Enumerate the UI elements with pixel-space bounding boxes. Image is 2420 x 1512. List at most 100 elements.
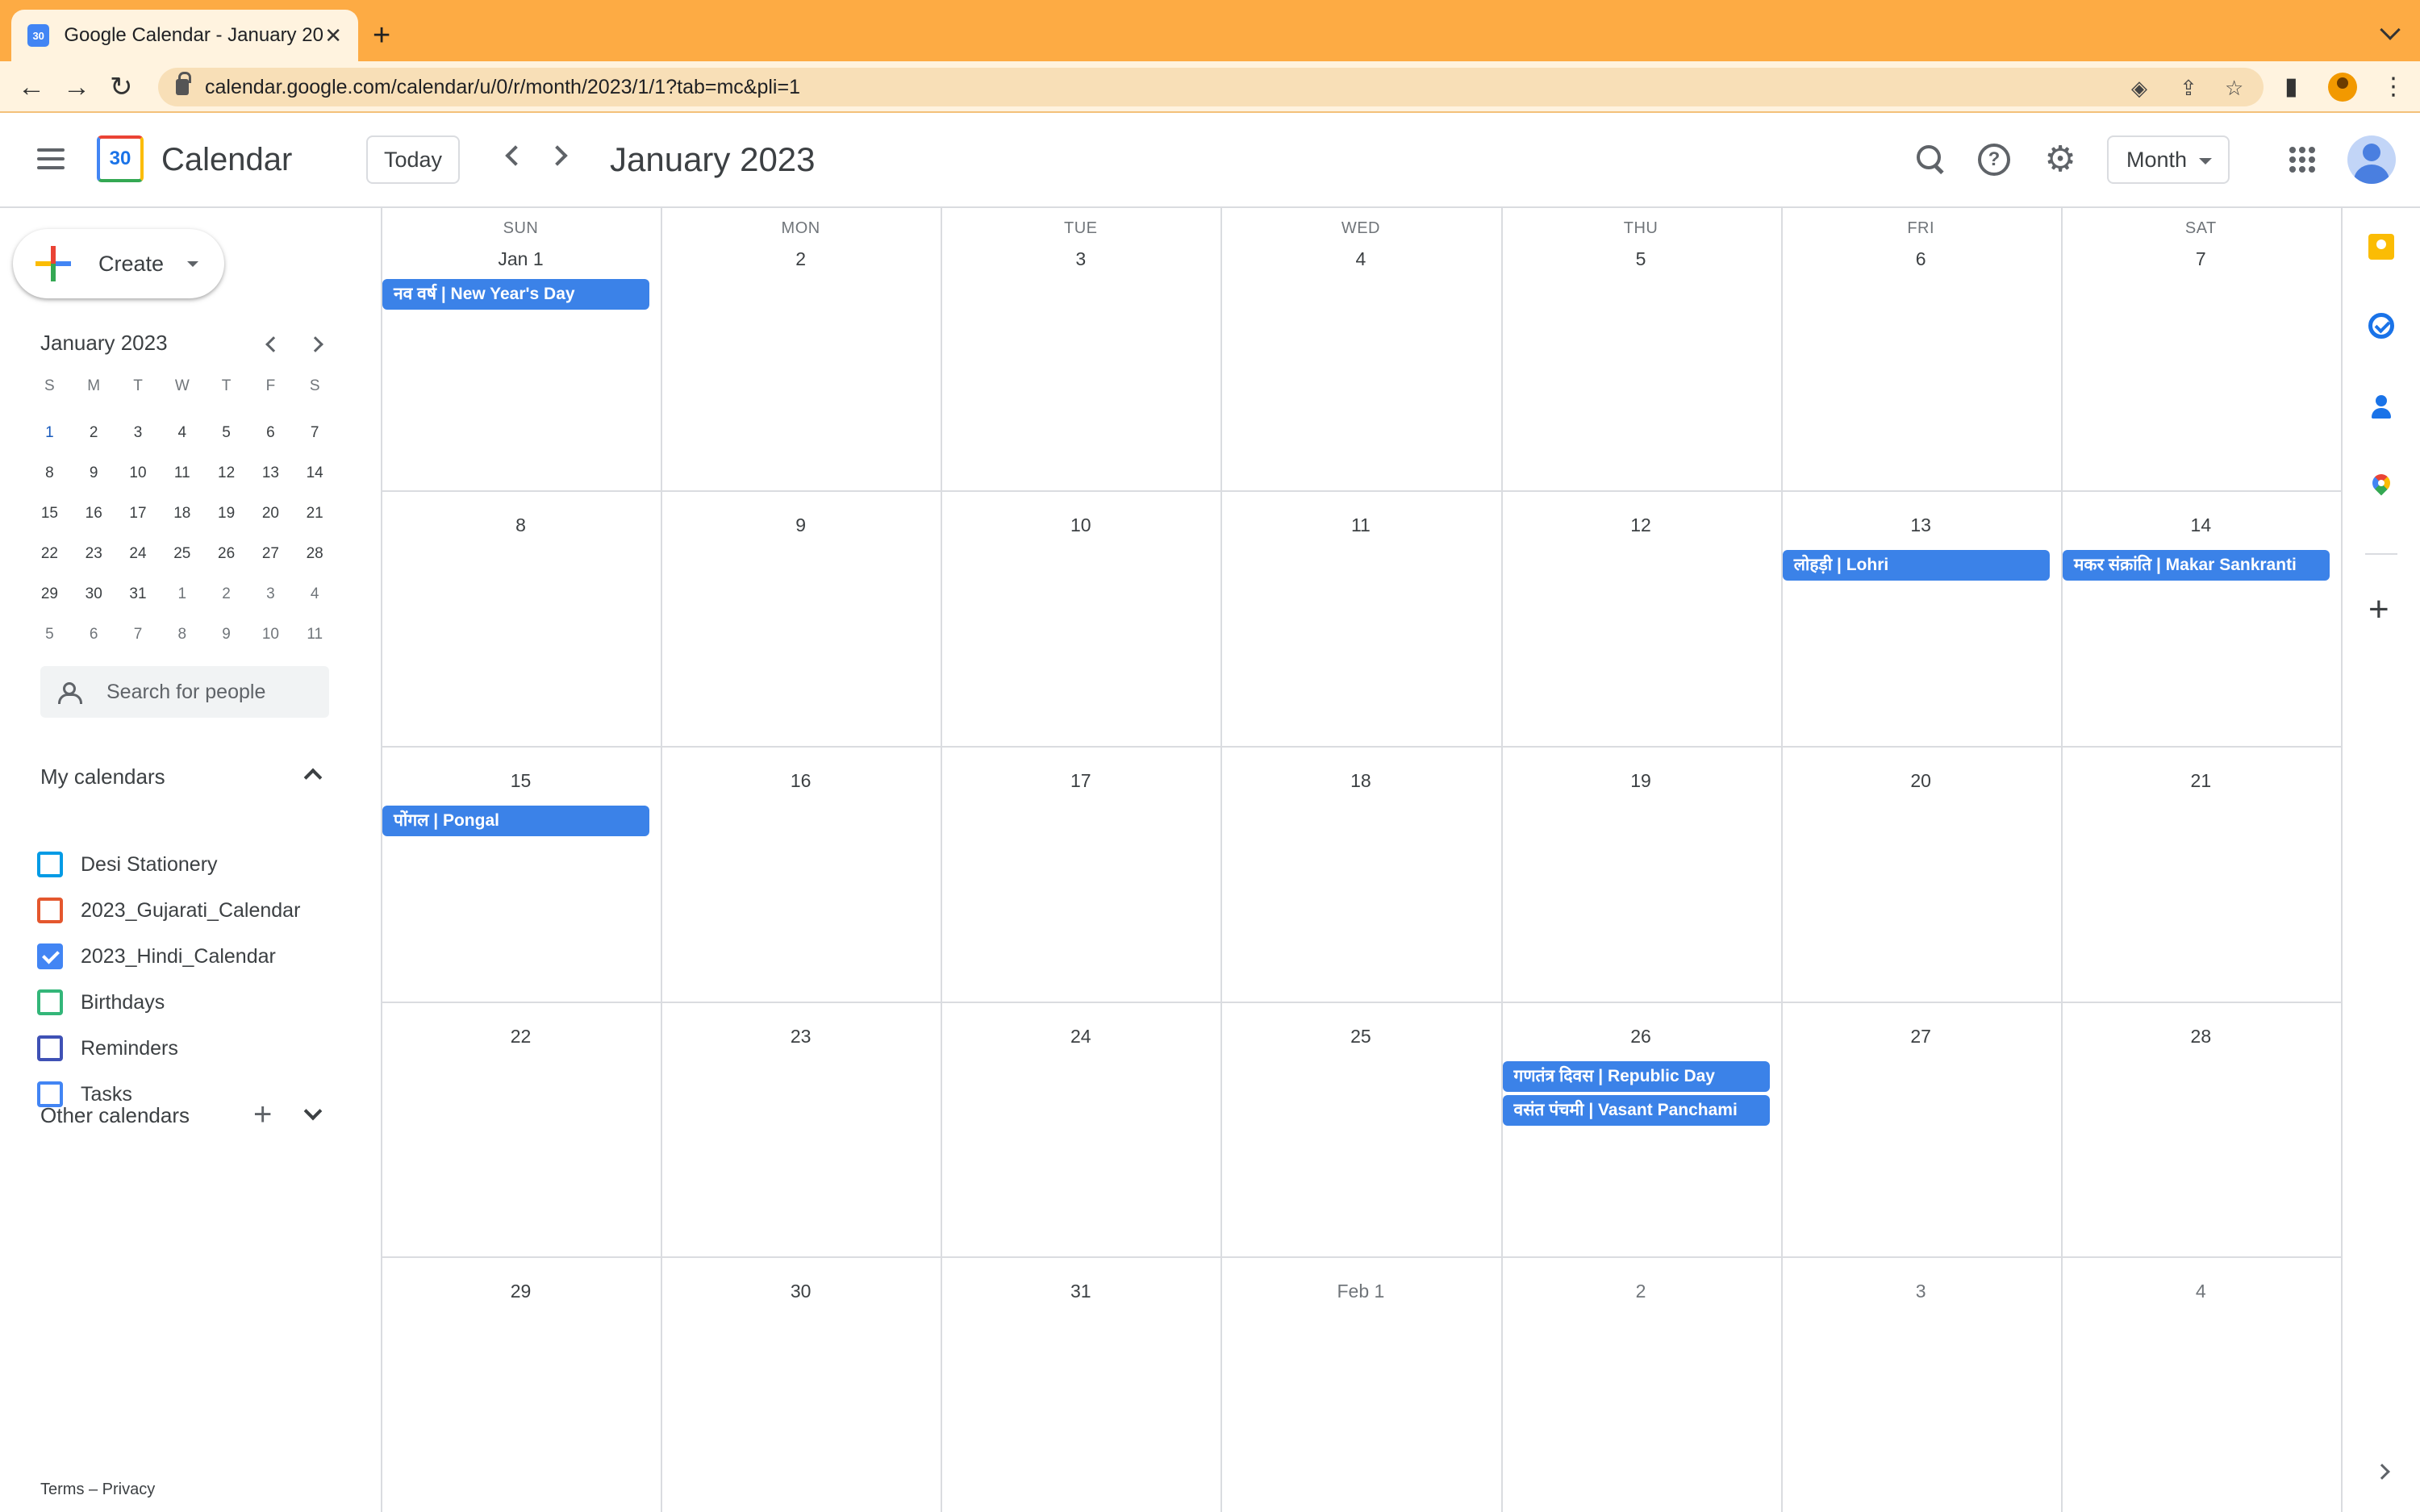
mini-day[interactable]: 11 (293, 614, 337, 655)
calendar-checkbox[interactable] (37, 852, 63, 877)
calendar-list-item[interactable]: 2023_Gujarati_Calendar (37, 894, 300, 927)
mini-day[interactable]: 26 (204, 534, 248, 574)
mini-day[interactable]: 5 (204, 413, 248, 453)
mini-day[interactable]: 4 (293, 574, 337, 614)
create-button[interactable]: Create (13, 229, 224, 298)
calendar-list-item[interactable]: Birthdays (37, 986, 165, 1018)
day-number[interactable]: 25 (1220, 1026, 1500, 1048)
calendar-checkbox[interactable] (37, 989, 63, 1015)
mini-day[interactable]: 31 (116, 574, 161, 614)
day-number[interactable]: 7 (2061, 248, 2341, 270)
keep-icon[interactable] (2368, 234, 2394, 260)
day-number[interactable]: 6 (1781, 248, 2061, 270)
eye-slash-icon[interactable]: ◈ (2131, 76, 2147, 101)
day-number[interactable]: 19 (1501, 770, 1781, 792)
browser-profile-icon[interactable] (2328, 73, 2357, 102)
main-menu-icon[interactable] (37, 148, 65, 169)
mini-day[interactable]: 22 (27, 534, 72, 574)
day-number[interactable]: 22 (381, 1026, 661, 1048)
day-number[interactable]: 15 (381, 770, 661, 792)
new-tab-icon[interactable]: + (373, 16, 390, 55)
tab-search-chevron-icon[interactable] (2380, 19, 2401, 40)
mini-day[interactable]: 2 (204, 574, 248, 614)
mini-day[interactable]: 25 (160, 534, 204, 574)
view-switcher[interactable]: Month (2107, 135, 2230, 184)
expand-chevron-down-icon[interactable] (303, 1102, 323, 1121)
mini-day[interactable]: 29 (27, 574, 72, 614)
mini-day[interactable]: 2 (72, 413, 116, 453)
day-number[interactable]: 16 (661, 770, 941, 792)
day-number[interactable]: 31 (941, 1281, 1220, 1302)
event-chip[interactable]: पोंगल | Pongal (382, 805, 650, 836)
close-tab-icon[interactable]: ✕ (324, 23, 342, 48)
day-number[interactable]: 8 (381, 514, 661, 536)
mini-day[interactable]: 20 (248, 494, 293, 534)
day-number[interactable]: 29 (381, 1281, 661, 1302)
day-number[interactable]: 13 (1781, 514, 2061, 536)
mini-day[interactable]: 9 (72, 453, 116, 494)
search-people-field[interactable]: Search for people (40, 666, 329, 718)
mini-day[interactable]: 18 (160, 494, 204, 534)
mini-day[interactable]: 6 (72, 614, 116, 655)
day-number[interactable]: 12 (1501, 514, 1781, 536)
show-side-panel-chevron-icon[interactable] (2374, 1464, 2390, 1480)
url-text[interactable]: calendar.google.com/calendar/u/0/r/month… (205, 76, 800, 99)
mini-day[interactable]: 8 (27, 453, 72, 494)
day-number[interactable]: 4 (1220, 248, 1500, 270)
day-number[interactable]: 24 (941, 1026, 1220, 1048)
collapse-chevron-up-icon[interactable] (303, 768, 323, 787)
create-dropdown-icon[interactable] (187, 261, 198, 267)
mini-day[interactable]: 5 (27, 614, 72, 655)
help-icon[interactable]: ? (1978, 144, 2010, 176)
day-number[interactable]: Feb 1 (1220, 1281, 1500, 1302)
get-addons-plus-icon[interactable]: + (2368, 592, 2389, 627)
mini-day[interactable]: 10 (116, 453, 161, 494)
mini-day[interactable]: 14 (293, 453, 337, 494)
mini-day[interactable]: 1 (160, 574, 204, 614)
calendar-list-item[interactable]: 2023_Hindi_Calendar (37, 940, 276, 973)
today-button[interactable]: Today (366, 135, 460, 184)
mini-day[interactable]: 7 (116, 614, 161, 655)
day-number[interactable]: 5 (1501, 248, 1781, 270)
day-number[interactable]: 20 (1781, 770, 2061, 792)
mini-day[interactable]: 7 (293, 413, 337, 453)
calendar-checkbox[interactable] (37, 898, 63, 923)
mini-day[interactable]: 8 (160, 614, 204, 655)
omnibox[interactable]: calendar.google.com/calendar/u/0/r/month… (158, 68, 2264, 106)
day-number[interactable]: 18 (1220, 770, 1500, 792)
mini-day[interactable]: 12 (204, 453, 248, 494)
event-chip[interactable]: लोहड़ी | Lohri (1782, 550, 2050, 581)
forward-arrow-icon[interactable]: → (63, 73, 90, 102)
bookmark-star-icon[interactable]: ☆ (2225, 76, 2243, 101)
calendar-checkbox[interactable] (37, 943, 63, 969)
my-calendars-title[interactable]: My calendars (40, 764, 165, 789)
browser-tab[interactable]: 30 Google Calendar - January 202 ✕ (11, 10, 358, 61)
event-chip[interactable]: वसंत पंचमी | Vasant Panchami (1502, 1094, 1770, 1126)
mini-day[interactable]: 15 (27, 494, 72, 534)
day-number[interactable]: 30 (661, 1281, 941, 1302)
add-other-calendar-icon[interactable]: + (253, 1098, 272, 1131)
share-icon[interactable]: ⇪ (2180, 76, 2197, 101)
day-number[interactable]: 14 (2061, 514, 2341, 536)
calendar-checkbox[interactable] (37, 1035, 63, 1061)
day-number[interactable]: Jan 1 (381, 248, 661, 270)
mini-day[interactable]: 16 (72, 494, 116, 534)
side-panel-icon[interactable]: ▮ (2284, 73, 2298, 101)
other-calendars-title[interactable]: Other calendars (40, 1103, 190, 1128)
day-number[interactable]: 27 (1781, 1026, 2061, 1048)
event-chip[interactable]: नव वर्ष | New Year's Day (382, 279, 650, 310)
mini-day[interactable]: 3 (248, 574, 293, 614)
day-number[interactable]: 4 (2061, 1281, 2341, 1302)
next-period-icon[interactable] (547, 145, 568, 166)
event-chip[interactable]: गणतंत्र दिवस | Republic Day (1502, 1060, 1770, 1092)
mini-day[interactable]: 13 (248, 453, 293, 494)
day-number[interactable]: 21 (2061, 770, 2341, 792)
day-number[interactable]: 2 (661, 248, 941, 270)
mini-day[interactable]: 28 (293, 534, 337, 574)
day-number[interactable]: 2 (1501, 1281, 1781, 1302)
mini-day[interactable]: 24 (116, 534, 161, 574)
maps-icon[interactable] (2368, 474, 2394, 500)
back-arrow-icon[interactable]: ← (18, 73, 45, 102)
mini-day[interactable]: 19 (204, 494, 248, 534)
mini-calendar-next-icon[interactable] (307, 336, 323, 352)
